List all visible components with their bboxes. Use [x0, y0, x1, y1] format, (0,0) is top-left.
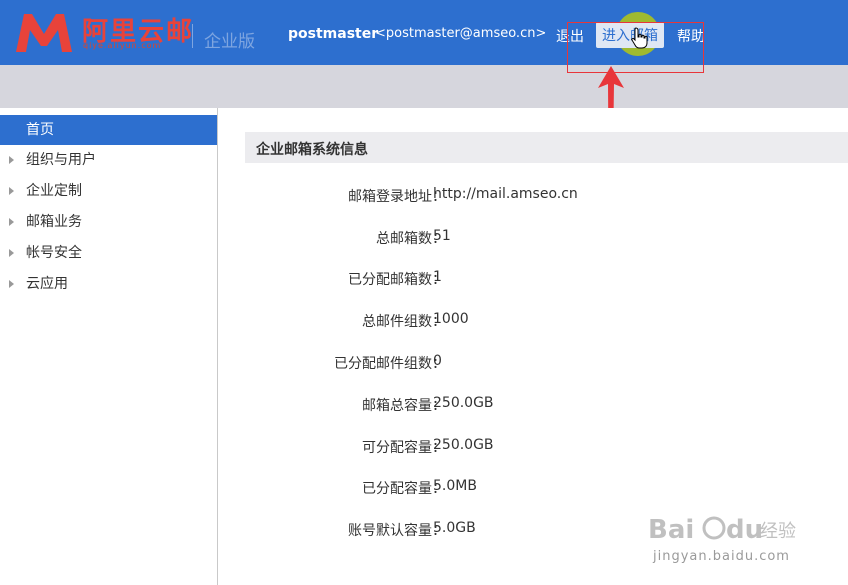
section-title: 企业邮箱系统信息	[256, 142, 368, 158]
sidebar-item-mail-business[interactable]: 邮箱业务	[0, 207, 217, 237]
info-value: 1000	[433, 311, 469, 327]
info-label: 已分配邮件组数：	[334, 356, 446, 372]
user-email: <postmaster@amseo.cn>	[375, 26, 547, 41]
sidebar-item-customize[interactable]: 企业定制	[0, 176, 217, 206]
sidebar-item-label: 帐号安全	[26, 245, 82, 261]
info-value: http://mail.amseo.cn	[433, 186, 578, 202]
info-label: 账号默认容量：	[348, 523, 446, 539]
expand-triangle-icon	[9, 249, 14, 257]
sidebar-item-label: 首页	[26, 122, 54, 138]
info-value: 5.0GB	[433, 520, 476, 536]
sidebar-item-cloud-apps[interactable]: 云应用	[0, 269, 217, 299]
aliyun-mail-logo-icon	[16, 14, 72, 52]
sidebar-item-label: 企业定制	[26, 183, 82, 199]
info-row-login-url: 邮箱登录地址： http://mail.amseo.cn	[218, 186, 848, 206]
sidebar: 首页 组织与用户 企业定制 邮箱业务 帐号安全 云应用	[0, 108, 218, 585]
logo-subtext: qiye.aliyun.com	[83, 41, 162, 50]
info-row-total-mailboxes: 总邮箱数： 51	[218, 228, 848, 248]
info-row-assigned-mailboxes: 已分配邮箱数： 1	[218, 269, 848, 289]
sidebar-item-account-security[interactable]: 帐号安全	[0, 238, 217, 268]
info-value: 250.0GB	[433, 395, 494, 411]
watermark-url: jingyan.baidu.com	[653, 549, 790, 564]
info-row-total-capacity: 邮箱总容量： 250.0GB	[218, 395, 848, 415]
info-label: 邮箱登录地址：	[348, 189, 446, 205]
section-header: 企业邮箱系统信息	[245, 132, 848, 163]
sidebar-item-org-users[interactable]: 组织与用户	[0, 145, 217, 175]
info-row-assigned-groups: 已分配邮件组数： 0	[218, 353, 848, 373]
sidebar-item-label: 组织与用户	[26, 152, 96, 168]
info-value: 1	[433, 269, 442, 285]
info-value: 0	[433, 353, 442, 369]
sidebar-item-label: 邮箱业务	[26, 214, 82, 230]
info-row-allocated-capacity: 已分配容量： 5.0MB	[218, 478, 848, 498]
user-name: postmaster	[288, 26, 379, 42]
toolbar-band	[0, 65, 848, 108]
edition-label: 企业版	[204, 32, 255, 52]
info-row-allocatable-capacity: 可分配容量： 250.0GB	[218, 437, 848, 457]
annotation-box	[567, 22, 704, 73]
expand-triangle-icon	[9, 156, 14, 164]
info-value: 5.0MB	[433, 478, 477, 494]
info-value: 250.0GB	[433, 437, 494, 453]
svg-text:经验: 经验	[760, 521, 796, 542]
top-header: 阿里云邮 qiye.aliyun.com 企业版 postmaster <pos…	[0, 0, 848, 65]
info-label: 已分配邮箱数：	[348, 272, 446, 288]
info-row-total-groups: 总邮件组数： 1000	[218, 311, 848, 331]
sidebar-item-home[interactable]: 首页	[0, 115, 217, 145]
expand-triangle-icon	[9, 218, 14, 226]
info-value: 51	[433, 228, 451, 244]
baidu-jingyan-watermark-icon: Bai du 经验	[648, 515, 796, 545]
svg-text:Bai: Bai	[648, 515, 694, 545]
expand-triangle-icon	[9, 280, 14, 288]
logo-divider	[192, 24, 193, 48]
sidebar-item-label: 云应用	[26, 276, 68, 292]
svg-text:du: du	[726, 515, 763, 545]
expand-triangle-icon	[9, 187, 14, 195]
